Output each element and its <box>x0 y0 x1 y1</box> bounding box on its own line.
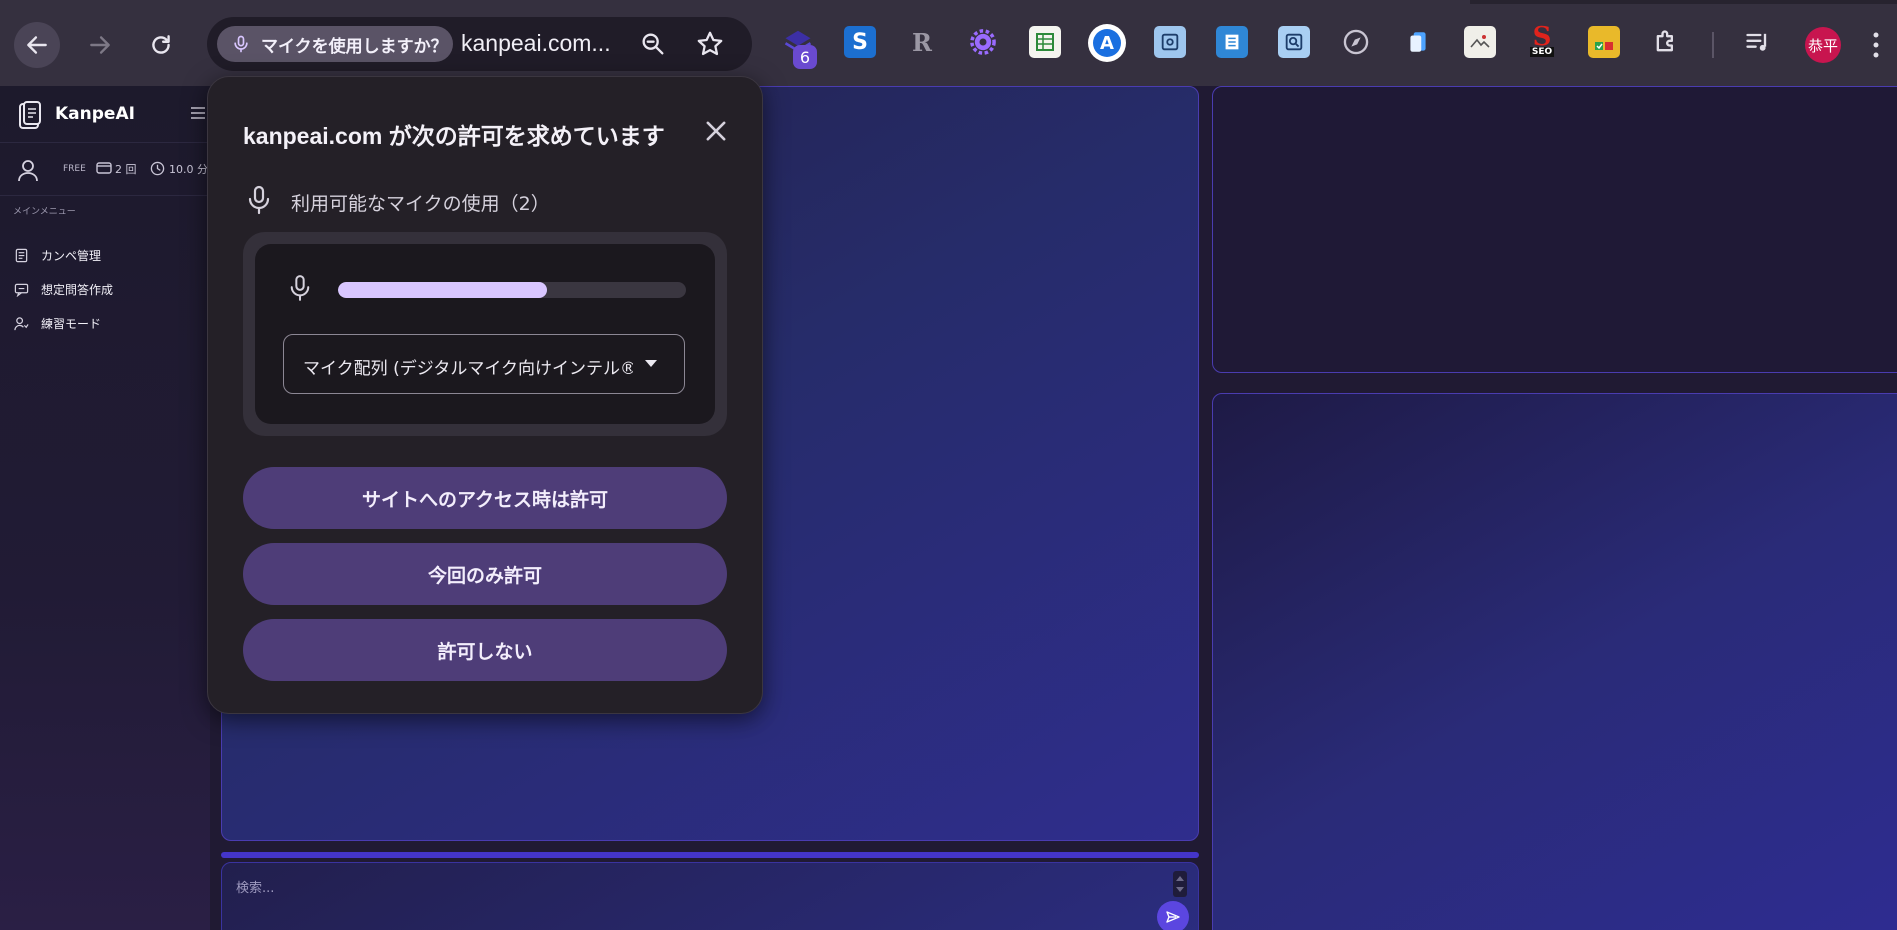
tab-strip <box>1470 0 1897 4</box>
permission-text: 利用可能なマイクの使用（2） <box>291 193 550 215</box>
sidebar-item-label: 想定問答作成 <box>41 282 114 297</box>
zoom-icon[interactable] <box>639 30 667 58</box>
scroll-arrows-icon[interactable] <box>1173 871 1187 897</box>
right-bottom-panel <box>1212 393 1897 930</box>
gear-icon <box>970 29 996 55</box>
a-ext-icon[interactable]: A <box>1088 24 1126 62</box>
arrow-right-icon <box>90 36 110 54</box>
seo-label: SEO <box>1529 47 1555 57</box>
sheet-icon <box>1036 33 1054 51</box>
mic-device-card-inner: マイク配列 (デジタルマイク向けインテル®... <box>255 244 715 424</box>
dialog-title: kanpeai.com が次の許可を求めています <box>243 123 665 149</box>
search-textarea[interactable]: 検索... <box>221 862 1199 930</box>
menu-section-label: メインメニュー <box>13 207 76 217</box>
usage-minutes: 10.0 分 <box>169 163 208 176</box>
chat-icon <box>14 283 29 297</box>
address-bar[interactable]: マイクを使用しますか？ kanpeai.com... <box>207 17 752 71</box>
media-icon[interactable] <box>1742 26 1774 58</box>
sheet-ext-icon[interactable] <box>1029 26 1061 58</box>
mic-device-select[interactable]: マイク配列 (デジタルマイク向けインテル®... <box>283 334 685 394</box>
allow-on-visit-button[interactable]: サイトへのアクセス時は許可 <box>243 467 727 529</box>
gear-ext-icon[interactable] <box>967 26 999 58</box>
back-button[interactable] <box>14 22 60 68</box>
search-ext-icon[interactable] <box>1278 26 1310 58</box>
deny-button[interactable]: 許可しない <box>243 619 727 681</box>
check-ext-icon[interactable] <box>1588 26 1620 58</box>
sidebar-item-qa[interactable]: 想定問答作成 <box>0 274 210 304</box>
seo-s-icon: S <box>1532 22 1552 52</box>
send-icon <box>1166 911 1180 923</box>
caret-down-icon <box>645 360 657 367</box>
sidebar: KanpeAI FREE 2 回 10.0 分 メインメニュー カンペ管理 想定… <box>0 86 210 930</box>
doc-ext-icon[interactable] <box>1216 26 1248 58</box>
mic-device-card: マイク配列 (デジタルマイク向けインテル®... <box>243 232 727 436</box>
hamburger-icon[interactable] <box>190 106 206 120</box>
permission-dialog: kanpeai.com が次の許可を求めています 利用可能なマイクの使用（2） … <box>207 76 763 714</box>
media-control-icon <box>1746 33 1767 51</box>
compass-icon <box>1343 29 1369 55</box>
mic-level-meter <box>338 282 686 298</box>
image-ext-icon[interactable] <box>1464 26 1496 58</box>
arrow-left-icon <box>27 36 47 54</box>
r-ext-icon[interactable]: R <box>906 26 938 58</box>
search-placeholder: 検索... <box>236 881 275 896</box>
profile-avatar[interactable]: 恭平 <box>1805 27 1841 63</box>
forward-button[interactable] <box>77 22 123 68</box>
mic-level-fill <box>338 282 547 298</box>
check-x-icon <box>1595 42 1613 50</box>
user-icon[interactable] <box>17 158 39 182</box>
clipboard-icon <box>1410 32 1426 52</box>
s-ext-icon[interactable]: S <box>844 26 876 58</box>
sidebar-item-label: 練習モード <box>41 316 102 331</box>
card-icon <box>96 162 112 174</box>
reload-icon <box>152 35 170 54</box>
toolbar-divider <box>1712 32 1714 58</box>
url-text[interactable]: kanpeai.com... <box>461 30 611 57</box>
usage-count: 2 回 <box>115 163 137 176</box>
extensions-puzzle-icon <box>1656 30 1673 52</box>
clock-icon <box>150 161 165 176</box>
clipboard-ext-icon[interactable] <box>1402 26 1434 58</box>
extension-badge: 6 <box>793 45 817 69</box>
mic-permission-chip[interactable]: マイクを使用しますか？ <box>217 26 453 62</box>
allow-this-time-button[interactable]: 今回のみ許可 <box>243 543 727 605</box>
magnifier-icon <box>1285 33 1303 51</box>
plan-badge: FREE <box>63 164 86 174</box>
seo-ext-icon[interactable]: S SEO <box>1526 22 1558 58</box>
qr-icon <box>1161 33 1179 51</box>
sidebar-item-kanpe[interactable]: カンペ管理 <box>0 240 210 270</box>
sidebar-item-practice[interactable]: 練習モード <box>0 308 210 338</box>
mic-chip-label: マイクを使用しますか？ <box>261 36 448 57</box>
list-icon <box>1225 34 1239 50</box>
sidebar-item-label: カンペ管理 <box>41 248 102 263</box>
bookmark-star-icon[interactable] <box>695 29 725 59</box>
microphone-icon <box>234 35 248 53</box>
browser-toolbar: マイクを使用しますか？ kanpeai.com... 6 S R A S SEO <box>0 0 1897 86</box>
user-practice-icon <box>14 316 29 330</box>
reload-button[interactable] <box>138 22 184 68</box>
selected-device-text: マイク配列 (デジタルマイク向けインテル®... <box>303 359 633 379</box>
document-icon <box>15 248 28 262</box>
qr-ext-icon[interactable] <box>1154 26 1186 58</box>
right-top-panel <box>1212 86 1897 373</box>
app-logo-icon <box>19 101 41 129</box>
progress-strip <box>221 852 1199 858</box>
close-icon[interactable] <box>702 117 730 145</box>
microphone-icon <box>248 185 270 215</box>
puzzle-icon[interactable] <box>1650 26 1682 58</box>
microphone-icon <box>290 275 310 301</box>
app-title: KanpeAI <box>55 104 135 124</box>
image-icon <box>1470 35 1490 48</box>
compass-ext-icon[interactable] <box>1340 26 1372 58</box>
more-vert-icon[interactable] <box>1872 30 1880 60</box>
send-button[interactable] <box>1157 901 1189 930</box>
user-status-row: FREE 2 回 10.0 分 <box>0 142 210 196</box>
a-badge-icon: A <box>1093 29 1121 57</box>
